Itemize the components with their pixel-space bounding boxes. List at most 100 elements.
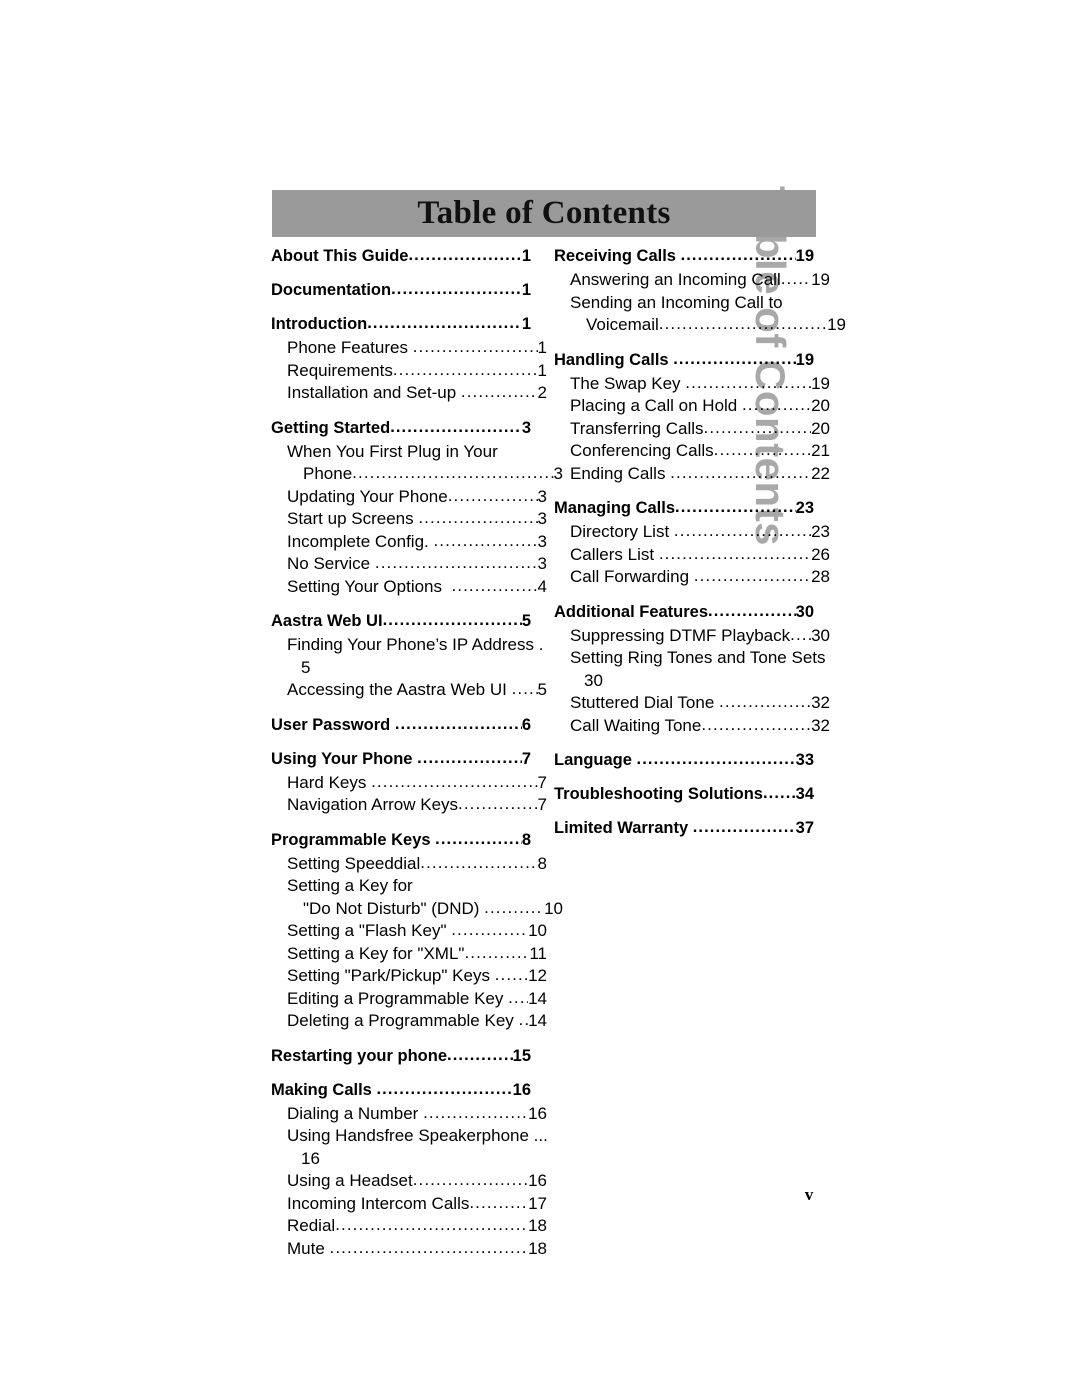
toc-chapter[interactable]: Handling Calls .........................… — [554, 350, 814, 371]
toc-entry-page-number: 10 — [528, 921, 547, 940]
toc-chapter[interactable]: Aastra Web UI...........................… — [271, 611, 531, 632]
toc-entry[interactable]: Editing a Programmable Key .............… — [271, 988, 547, 1011]
toc-entry-label: Deleting a Programmable Key — [287, 1011, 519, 1030]
toc-entry-page-number: 26 — [811, 544, 830, 564]
toc-entry[interactable]: Phone Features .........................… — [271, 337, 547, 360]
toc-entry-line1[interactable]: Setting Ring Tones and Tone Sets — [554, 647, 826, 670]
toc-chapter-page-number: 7 — [521, 749, 531, 768]
toc-entry[interactable]: The Swap Key ...........................… — [554, 373, 830, 396]
toc-chapter-label: Troubleshooting Solutions — [554, 785, 763, 803]
toc-chapter-page-number: 15 — [512, 1046, 531, 1065]
dot-leader: ........................................… — [390, 417, 522, 436]
dot-leader: ........................................… — [762, 784, 796, 802]
toc-entry[interactable]: Navigation Arrow Keys...................… — [271, 794, 547, 817]
toc-chapter-label: User Password — [271, 715, 395, 734]
toc-entry[interactable]: Requirements............................… — [271, 360, 547, 383]
toc-chapter[interactable]: Programmable Keys ......................… — [271, 830, 531, 851]
toc-entry[interactable]: Start up Screens .......................… — [271, 508, 547, 531]
toc-entry[interactable]: Voicemail...............................… — [554, 314, 846, 337]
toc-chapter[interactable]: Managing Calls..........................… — [554, 498, 814, 519]
toc-entry[interactable]: Installation and Set-up ................… — [271, 382, 547, 405]
toc-entry[interactable]: Using a Headset.........................… — [271, 1170, 547, 1193]
toc-entry-page-number: 32 — [811, 715, 830, 735]
toc-entry[interactable]: No Service .............................… — [271, 553, 547, 576]
toc-entry[interactable]: Directory List .........................… — [554, 521, 830, 544]
toc-entry[interactable]: Dialing a Number .......................… — [271, 1103, 547, 1126]
toc-entry[interactable]: Setting Your Options ...................… — [271, 576, 547, 599]
toc-entry-line1[interactable]: Setting a Key for — [271, 875, 531, 898]
toc-chapter[interactable]: Introduction............................… — [271, 314, 531, 335]
toc-entry-page-number: 20 — [811, 418, 830, 438]
toc-entry-page-number: 14 — [528, 988, 547, 1008]
toc-entry[interactable]: Suppressing DTMF Playback...............… — [554, 625, 830, 648]
toc-entry[interactable]: Redial..................................… — [271, 1215, 547, 1238]
toc-entry[interactable]: Deleting a Programmable Key ............… — [271, 1010, 547, 1033]
toc-entry-label: Directory List — [570, 522, 674, 541]
toc-entry[interactable]: Call Forwarding ........................… — [554, 566, 830, 589]
toc-entry[interactable]: Answering an Incoming Call..............… — [554, 269, 830, 292]
toc-entry-label: Callers List — [570, 544, 659, 564]
toc-entry[interactable]: Placing a Call on Hold .................… — [554, 395, 830, 418]
dot-leader: ........................................… — [371, 771, 537, 791]
toc-chapter[interactable]: Additional Features.....................… — [554, 602, 814, 623]
toc-chapter[interactable]: Receiving Calls ........................… — [554, 246, 814, 267]
toc-entry-line1[interactable]: Finding Your Phone’s IP Address . — [271, 634, 543, 657]
toc-entry-line1[interactable]: Using Handsfree Speakerphone ... — [271, 1125, 548, 1148]
toc-chapter[interactable]: Making Calls ...........................… — [271, 1080, 531, 1101]
toc-entry[interactable]: Callers List ...........................… — [554, 544, 830, 567]
dot-leader: ........................................… — [708, 601, 796, 620]
toc-column-right: Receiving Calls ........................… — [554, 246, 846, 841]
toc-chapter[interactable]: Using Your Phone .......................… — [271, 749, 531, 770]
toc-entry[interactable]: Updating Your Phone.....................… — [271, 486, 547, 509]
toc-entry-line1[interactable]: Sending an Incoming Call to — [554, 292, 814, 315]
toc-chapter[interactable]: Troubleshooting Solutions...............… — [554, 784, 814, 805]
dot-leader: ........................................… — [673, 349, 796, 368]
toc-entry[interactable]: Setting "Park/Pickup" Keys .............… — [271, 965, 547, 988]
dot-leader: ........................................… — [508, 987, 528, 1007]
toc-entry[interactable]: Setting a Key for "XML".................… — [271, 943, 547, 966]
toc-entry-label: Accessing the Aastra Web UI — [287, 680, 512, 699]
toc-chapter[interactable]: Language ...............................… — [554, 750, 814, 771]
toc-entry[interactable]: Incomplete Config. .....................… — [271, 531, 547, 554]
toc-entry-label: Installation and Set-up — [287, 383, 461, 402]
toc-entry-label: Start up Screens — [287, 509, 419, 528]
toc-entry-label: Navigation Arrow Keys — [287, 795, 459, 814]
toc-entry-line1[interactable]: When You First Plug in Your — [271, 441, 531, 464]
toc-chapter[interactable]: Documentation...........................… — [271, 280, 531, 301]
toc-chapter[interactable]: Limited Warranty .......................… — [554, 818, 814, 839]
toc-chapter[interactable]: About This Guide........................… — [271, 246, 531, 267]
toc-entry[interactable]: Incoming Intercom Calls.................… — [271, 1193, 547, 1216]
toc-entry-label: Phone Features — [287, 338, 413, 357]
toc-entry[interactable]: Setting a "Flash Key" ..................… — [271, 920, 547, 943]
dot-leader: ........................................… — [680, 246, 796, 264]
dot-leader: ........................................… — [670, 462, 811, 482]
toc-chapter-label: About This Guide — [271, 247, 409, 265]
toc-entry[interactable]: Hard Keys ..............................… — [271, 772, 547, 795]
toc-entry-label: Phone — [303, 464, 353, 483]
toc-entry[interactable]: Stuttered Dial Tone ....................… — [554, 692, 830, 715]
toc-chapter[interactable]: Restarting your phone...................… — [271, 1046, 531, 1067]
toc-entry[interactable]: "Do Not Disturb" (DND) .................… — [271, 898, 563, 921]
toc-entry-page-number: 21 — [811, 441, 830, 460]
toc-chapter[interactable]: User Password ..........................… — [271, 715, 531, 736]
toc-chapter-page-number: 19 — [795, 350, 814, 369]
dot-leader: ........................................… — [374, 553, 538, 572]
toc-chapter-label: Getting Started — [271, 418, 391, 437]
toc-entry[interactable]: Accessing the Aastra Web UI ............… — [271, 679, 547, 702]
toc-entry[interactable]: Call Waiting Tone.......................… — [554, 715, 830, 738]
toc-chapter-label: Managing Calls — [554, 499, 676, 517]
toc-chapter[interactable]: Getting Started.........................… — [271, 418, 531, 439]
toc-entry-label: Placing a Call on Hold — [570, 396, 742, 415]
toc-entry[interactable]: Transferring Calls......................… — [554, 418, 830, 441]
toc-entry-page-number: 17 — [528, 1193, 547, 1213]
toc-chapter-page-number: 1 — [521, 247, 531, 265]
toc-entry[interactable]: Phone...................................… — [271, 463, 563, 486]
toc-entry-page-number: 1 — [537, 360, 547, 380]
toc-entry-page-number: 28 — [811, 567, 830, 586]
toc-entry[interactable]: Mute ...................................… — [271, 1238, 547, 1261]
toc-entry[interactable]: Setting Speeddial.......................… — [271, 853, 547, 876]
toc-chapter-label: Restarting your phone — [271, 1046, 448, 1065]
toc-entry[interactable]: Conferencing Calls......................… — [554, 440, 830, 463]
toc-entry-page-number: 23 — [811, 522, 830, 541]
toc-entry[interactable]: Ending Calls ...........................… — [554, 463, 830, 486]
